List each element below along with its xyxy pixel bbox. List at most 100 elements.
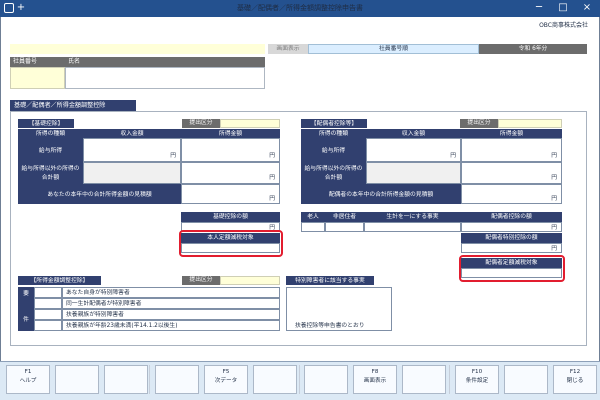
basic-total-label: あなたの本年中の合計所得金額の見積額 — [18, 184, 181, 204]
spouse-other-amount-field[interactable]: 円 — [461, 162, 562, 184]
function-separator — [149, 365, 150, 394]
basic-amount-header: 所得金額 — [181, 129, 280, 138]
name-label: 氏名 — [65, 57, 265, 67]
company-name: OBC商事株式会社 — [539, 22, 588, 29]
spouse-yen: 円 — [450, 153, 456, 159]
requirement-top: 要 — [23, 291, 29, 297]
employee-order-select[interactable]: 社員番号順 — [308, 44, 479, 54]
employee-number-label: 社員番号 — [10, 57, 65, 67]
employee-number-field[interactable] — [10, 67, 65, 89]
spouse-deduction-title: 【配偶者控除等】 — [301, 119, 367, 128]
livelihood-field[interactable] — [364, 222, 461, 232]
basic-deduction-title: 【基礎控除】 — [18, 119, 74, 128]
f2-button[interactable] — [55, 365, 99, 394]
spouse-amount-header: 所得金額 — [461, 129, 562, 138]
f8-label: 画面表示 — [363, 378, 387, 384]
spouse-deduction-label: 配偶者控除の額 — [461, 212, 562, 222]
basic-salary-amount-field[interactable]: 円 — [181, 138, 280, 162]
adjust-row1-check[interactable] — [34, 287, 62, 298]
basic-other-label: 給与所得以外の所得の合計額 — [18, 162, 83, 184]
fiscal-year: 令和 6年分 — [479, 44, 587, 54]
f12-key: F12 — [569, 369, 581, 375]
spouse-yen: 円 — [551, 196, 557, 202]
f8-key: F8 — [371, 369, 379, 375]
f7-button[interactable] — [304, 365, 348, 394]
adjust-row3: 扶養親族が特別障害者 — [62, 309, 280, 320]
spouse-submit-field[interactable] — [498, 119, 562, 128]
adjust-row2-label: 同一生計配偶者が特別障害者 — [66, 301, 142, 307]
adjust-row3-check[interactable] — [34, 309, 62, 320]
spouse-total-label: 配偶者の本年中の合計所得金額の見積額 — [301, 184, 461, 204]
adjust-row4-check[interactable] — [34, 320, 62, 331]
adjustment-title: 【所得金額調整控除】 — [18, 276, 101, 285]
employee-search-input[interactable] — [10, 44, 265, 54]
function-separator — [299, 365, 300, 394]
requirement-bottom: 件 — [23, 317, 29, 323]
spouse-total-field[interactable]: 円 — [461, 184, 562, 204]
adjust-row4: 扶養親族が年齢23歳未満(平14.1.2以後生) — [62, 320, 280, 331]
adjust-row4-label: 扶養親族が年齢23歳未満(平14.1.2以後生) — [66, 323, 178, 329]
spouse-other-income-field — [366, 162, 461, 184]
nonresident-label: 非居住者 — [325, 212, 364, 222]
f4-button[interactable] — [155, 365, 199, 394]
special-fact-field[interactable]: 扶養控除等申告書のとおり — [286, 287, 392, 331]
adjust-row2-check[interactable] — [34, 298, 62, 309]
elderly-label: 老人 — [301, 212, 325, 222]
elderly-field[interactable] — [301, 222, 325, 232]
spouse-salary-income-field[interactable]: 円 — [366, 138, 461, 162]
basic-yen: 円 — [269, 196, 275, 202]
special-fact-note: 扶養控除等申告書のとおり — [295, 323, 365, 329]
employee-name-field[interactable] — [65, 67, 265, 89]
f1-help-button[interactable]: F1 ヘルプ — [6, 365, 50, 394]
basic-income-header: 収入金額 — [83, 129, 181, 138]
adjustment-submit-field[interactable] — [220, 276, 280, 285]
f10-label: 条件設定 — [465, 378, 489, 384]
nonresident-field[interactable] — [325, 222, 364, 232]
spouse-deduction-field[interactable]: 円 — [461, 222, 562, 232]
function-separator — [449, 365, 450, 394]
basic-other-amount-field[interactable]: 円 — [181, 162, 280, 184]
special-fact-label: 特別障害者に該当する事実 — [286, 276, 374, 285]
basic-target-highlight — [179, 230, 283, 257]
basic-salary-income-field[interactable]: 円 — [83, 138, 181, 162]
f8-display-button[interactable]: F8 画面表示 — [353, 365, 397, 394]
f10-key: F10 — [471, 369, 483, 375]
f5-label: 次データ — [214, 378, 238, 384]
basic-total-field[interactable]: 円 — [181, 184, 280, 204]
basic-yen: 円 — [269, 175, 275, 181]
basic-submit-label: 提出区分 — [182, 119, 220, 128]
close-icon[interactable]: × — [575, 0, 599, 17]
spouse-salary-label: 給与所得 — [301, 138, 366, 162]
f1-label: ヘルプ — [19, 378, 37, 384]
basic-type-header: 所得の種類 — [18, 129, 83, 138]
basic-yen: 円 — [269, 153, 275, 159]
adjust-row2: 同一生計配偶者が特別障害者 — [62, 298, 280, 309]
f11-button[interactable] — [504, 365, 548, 394]
f1-key: F1 — [24, 369, 32, 375]
f6-button[interactable] — [253, 365, 297, 394]
main-section-tab[interactable]: 基礎／配偶者／所得金額調整控除 — [10, 100, 136, 111]
spouse-special-field[interactable]: 円 — [461, 243, 562, 253]
minimize-icon[interactable]: ─ — [527, 0, 551, 17]
livelihood-label: 生計を一にする事実 — [364, 212, 461, 222]
spouse-submit-label: 提出区分 — [460, 119, 498, 128]
spouse-special-label: 配偶者特別控除の額 — [461, 233, 562, 243]
f3-button[interactable] — [104, 365, 148, 394]
basic-deduction-label: 基礎控除の額 — [181, 212, 280, 222]
f12-close-button[interactable]: F12 閉じる — [553, 365, 597, 394]
basic-submit-field[interactable] — [220, 119, 280, 128]
adjustment-submit-label: 提出区分 — [182, 276, 220, 285]
f10-settings-button[interactable]: F10 条件設定 — [455, 365, 499, 394]
spouse-yen: 円 — [551, 175, 557, 181]
spouse-salary-amount-field[interactable]: 円 — [461, 138, 562, 162]
maximize-icon[interactable]: □ — [551, 0, 575, 17]
f9-button[interactable] — [402, 365, 446, 394]
spouse-yen: 円 — [551, 153, 557, 159]
display-status: 画面表示 — [268, 44, 308, 54]
spouse-other-label: 給与所得以外の所得の合計額 — [301, 162, 366, 184]
spouse-income-header: 収入金額 — [366, 129, 461, 138]
basic-yen: 円 — [170, 153, 176, 159]
spouse-target-highlight — [459, 255, 565, 282]
window-title: 基礎／配偶者／所得金額調整控除申告書 — [237, 4, 363, 12]
f5-next-data-button[interactable]: F5 次データ — [204, 365, 248, 394]
